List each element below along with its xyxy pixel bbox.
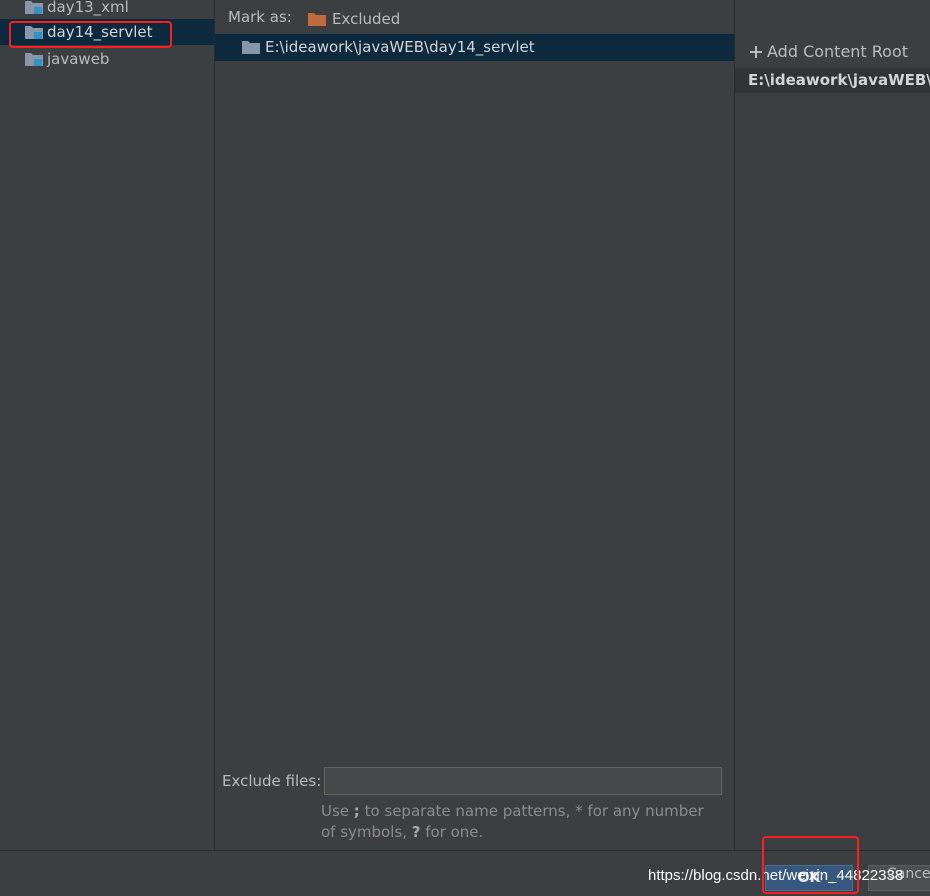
module-folder-icon <box>25 1 43 14</box>
exclude-files-hint: Use ; to separate name patterns, * for a… <box>321 801 721 843</box>
module-item-day13-xml[interactable]: day13_xml <box>0 0 214 20</box>
exclude-files-input[interactable] <box>324 767 722 795</box>
content-root-header[interactable]: E:\ideawork\javaWEB\day14_servlet <box>735 68 930 93</box>
content-root-tree-pane: Mark as: Excluded E:\ideawork\javaWEB\da… <box>215 0 734 850</box>
watermark-text: https://blog.csdn.net/weixin_44822338 <box>648 867 904 884</box>
module-folder-icon <box>25 53 43 66</box>
add-content-root-label: Add Content Root <box>767 42 909 61</box>
tree-row-label: E:\ideawork\javaWEB\day14_servlet <box>265 38 535 56</box>
module-folder-icon <box>25 26 43 39</box>
content-roots-pane: Add Content Root E:\ideawork\javaWEB\day… <box>735 34 930 850</box>
mark-as-label: Mark as: <box>228 8 292 26</box>
hint-text: to separate name patterns, * for any num… <box>321 802 704 841</box>
module-item-day14-servlet[interactable]: day14_servlet <box>0 19 214 45</box>
module-list: day13_xml day14_servlet javaweb <box>0 0 214 850</box>
module-item-label: day13_xml <box>47 0 129 16</box>
add-content-root-button[interactable]: Add Content Root <box>749 42 908 61</box>
tree-row-root[interactable]: E:\ideawork\javaWEB\day14_servlet <box>215 34 734 61</box>
excluded-button[interactable]: Excluded <box>308 8 400 30</box>
plus-icon <box>750 45 762 58</box>
hint-text: for one. <box>420 823 484 841</box>
folder-tree[interactable]: E:\ideawork\javaWEB\day14_servlet <box>215 34 734 750</box>
module-item-label: day14_servlet <box>47 23 153 41</box>
module-item-javaweb[interactable]: javaweb <box>0 46 214 72</box>
folder-icon <box>242 41 260 54</box>
content-root-path: E:\ideawork\javaWEB\day14_servlet <box>748 71 930 89</box>
module-item-label: javaweb <box>47 50 110 68</box>
hint-text: Use <box>321 802 354 820</box>
excluded-folder-icon <box>308 13 326 26</box>
exclude-files-label: Exclude files: <box>222 772 322 790</box>
excluded-button-label: Excluded <box>332 10 401 28</box>
